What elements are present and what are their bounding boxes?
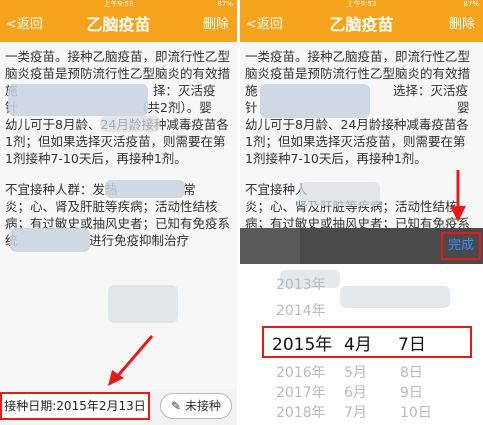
- contraindication-line-start: 不宜接种人群：发热: [5, 182, 118, 197]
- right-screen: 上午9:53 87% <返回 乙脑疫苗 删除 一类疫苗。接种乙脑疫苗，即流行性乙…: [240, 0, 483, 425]
- picker-day: 9日: [400, 385, 423, 401]
- not-vaccinated-label: 未接种: [185, 399, 222, 413]
- picker-toolbar: 完成: [240, 228, 483, 264]
- status-time: 上午9:53: [346, 0, 377, 8]
- contraindication-line: 炎；心、肾及肝脏等疾病；活动性结核: [5, 199, 218, 214]
- done-button[interactable]: 完成: [441, 232, 481, 260]
- picker-row[interactable]: 2013年: [240, 274, 483, 296]
- picker-year: 2017年: [276, 385, 326, 401]
- description-line: 1剂；但如果选择灭活疫苗，则需要在第: [245, 134, 466, 149]
- red-arrow-icon: [450, 170, 466, 222]
- picker-day: 8日: [400, 365, 423, 381]
- nav-bar: <返回 乙脑疫苗 删除: [0, 8, 237, 42]
- delete-button[interactable]: 删除: [449, 8, 475, 42]
- left-screen: 上午9:53 87% <返回 乙脑疫苗 删除 一类疫苗。接种乙脑疫苗，即流行性乙…: [0, 0, 237, 425]
- redacted-region: [8, 84, 148, 116]
- picker-year: 2013年: [276, 277, 326, 293]
- picker-row[interactable]: 2016年 5月 8日: [240, 362, 483, 384]
- description-line: 脑炎疫苗是预防流行性乙型脑炎的有效措: [245, 66, 471, 81]
- description-line: 一类疫苗。接种乙脑疫苗，即流行性乙型: [245, 49, 471, 64]
- description-fragment: 婴: [457, 100, 470, 115]
- picker-row[interactable]: 2017年 6月 9日: [240, 382, 483, 404]
- picker-month: 7月: [344, 405, 367, 421]
- picker-row-selected[interactable]: 2015年 4月 7日: [240, 330, 483, 360]
- description-line-start: 针: [245, 100, 258, 115]
- date-picker[interactable]: 2013年 2014年 2015年 4月 7日 2016年 5月 8日 2017…: [240, 264, 483, 425]
- description-line: 一类疫苗。接种乙脑疫苗，即流行性乙型: [5, 49, 231, 64]
- picker-day: 10日: [400, 405, 432, 421]
- vaccination-date-button[interactable]: 接种日期:2015年2月13日: [0, 392, 150, 420]
- picker-row[interactable]: 2018年 7月 10日: [240, 402, 483, 424]
- status-time: 上午9:53: [103, 0, 134, 8]
- picker-year: 2014年: [276, 303, 326, 319]
- delete-button[interactable]: 删除: [203, 8, 229, 42]
- picker-row[interactable]: 2014年: [240, 300, 483, 322]
- description-fragment: 择：灭活疫: [153, 83, 216, 98]
- picker-month: 6月: [344, 385, 367, 401]
- pencil-icon: ✎: [170, 399, 182, 413]
- description-line-start: 施: [245, 83, 258, 98]
- picker-month: 4月: [344, 335, 372, 355]
- vaccine-description: 一类疫苗。接种乙脑疫苗，即流行性乙型 脑炎疫苗是预防流行性乙型脑炎的有效措 施择…: [5, 48, 232, 249]
- status-battery: 87%: [217, 0, 233, 8]
- page-title: 乙脑疫苗: [329, 15, 394, 34]
- toolbar-segment: [240, 228, 300, 264]
- status-bar: 上午9:53 87%: [0, 0, 237, 8]
- description-line: 1剂；但如果选择灭活疫苗，则需要在第: [5, 134, 226, 149]
- status-bar: 上午9:53 87%: [240, 0, 483, 8]
- description-line: 幼儿可于8月龄、24月龄接种减毒疫苗各: [245, 117, 469, 132]
- description-line: 1剂接种7-10天后，再接种1剂。: [245, 151, 427, 166]
- description-fragment: 选择：灭活疫: [393, 83, 469, 98]
- bottom-bar: 接种日期:2015年2月13日 ✎ 未接种: [0, 389, 237, 425]
- contraindication-fragment: 进行免疫抑制治疗: [89, 233, 190, 248]
- redacted-region: [105, 180, 185, 198]
- redacted-region: [108, 285, 178, 323]
- picker-month: 5月: [344, 365, 367, 381]
- nav-bar: <返回 乙脑疫苗 删除: [240, 8, 483, 42]
- redacted-region: [300, 182, 380, 206]
- redacted-region: [100, 116, 160, 132]
- picker-year: 2018年: [276, 405, 326, 421]
- redacted-region: [260, 84, 370, 118]
- red-arrow-icon: [108, 335, 154, 386]
- page-title: 乙脑疫苗: [86, 15, 151, 34]
- description-line: 脑炎疫苗是预防流行性乙型脑炎的有效措: [5, 66, 231, 81]
- picker-year: 2015年: [272, 335, 333, 355]
- status-battery: 87%: [463, 0, 479, 8]
- picker-year: 2016年: [276, 365, 326, 381]
- not-vaccinated-button[interactable]: ✎ 未接种: [160, 393, 232, 419]
- description-line: 1剂接种7-10天后，再接种1剂。: [5, 151, 187, 166]
- picker-day: 7日: [398, 335, 426, 355]
- redacted-region: [10, 228, 90, 252]
